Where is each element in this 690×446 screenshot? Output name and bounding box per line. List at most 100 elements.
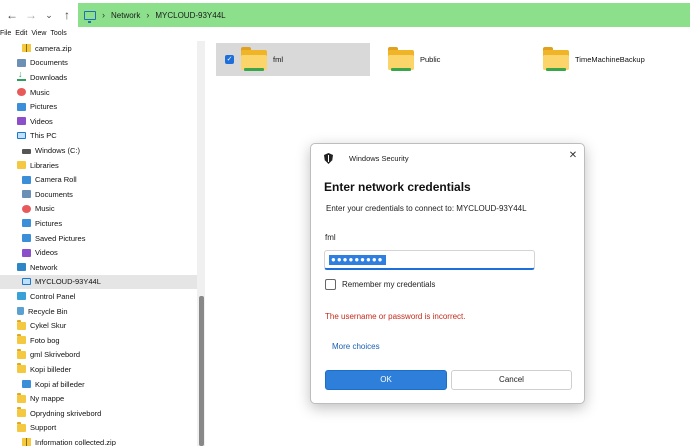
sidebar-item-pictures[interactable]: Pictures bbox=[0, 99, 197, 114]
folder-icon bbox=[17, 363, 26, 374]
selected-checkbox[interactable]: ✓ bbox=[225, 55, 234, 64]
documents-icon bbox=[22, 190, 31, 199]
sidebar-item-ny-mappe[interactable]: Ny mappe bbox=[0, 391, 197, 406]
zip-icon bbox=[22, 438, 31, 446]
network-pc-icon bbox=[84, 10, 96, 23]
navigation-pane: camera.zip Documents Downloads Music Pic… bbox=[0, 41, 205, 446]
sidebar-item-kopi-billeder[interactable]: Kopi billeder bbox=[0, 362, 197, 377]
menu-tools[interactable]: Tools bbox=[50, 30, 66, 41]
sidebar-item-camera-zip[interactable]: camera.zip bbox=[0, 41, 197, 56]
pictures-icon bbox=[22, 380, 31, 389]
chevron-right-icon[interactable]: › bbox=[146, 10, 149, 20]
breadcrumb-mycloud[interactable]: MYCLOUD-93Y44L bbox=[155, 11, 225, 20]
username-label: fml bbox=[325, 233, 336, 242]
recycle-bin-icon bbox=[17, 307, 24, 316]
sidebar-item-gml-skrivebord[interactable]: gml Skrivebord bbox=[0, 348, 197, 363]
sidebar-item-this-pc[interactable]: This PC bbox=[0, 129, 197, 144]
libraries-icon bbox=[17, 161, 26, 170]
pictures-icon bbox=[17, 102, 26, 111]
ok-button[interactable]: OK bbox=[325, 370, 447, 390]
sidebar-item-cykel-skur[interactable]: Cykel Skur bbox=[0, 318, 197, 333]
pictures-icon bbox=[22, 219, 31, 228]
password-value: ●●●●●●●●● bbox=[329, 255, 386, 265]
cancel-button[interactable]: Cancel bbox=[451, 370, 572, 390]
sidebar-item-mycloud[interactable]: MYCLOUD-93Y44L bbox=[0, 274, 197, 290]
sidebar-item-oprydning[interactable]: Oprydning skrivebord bbox=[0, 406, 197, 421]
folder-icon bbox=[17, 392, 26, 403]
sidebar-item-documents[interactable]: Documents bbox=[0, 56, 197, 71]
folder-icon bbox=[17, 334, 26, 345]
sidebar-item-foto-bog[interactable]: Foto bog bbox=[0, 333, 197, 348]
forward-arrow-icon[interactable]: → bbox=[24, 7, 38, 23]
folder-icon bbox=[17, 407, 26, 418]
pc-icon bbox=[22, 278, 31, 286]
sidebar-item-music[interactable]: Music bbox=[0, 85, 197, 100]
drive-icon bbox=[22, 149, 31, 155]
music-icon bbox=[22, 204, 31, 213]
title-bar: ← → ⌄ ↑ › Network › MYCLOUD-93Y44L bbox=[0, 0, 690, 30]
sidebar-item-libraries[interactable]: Libraries bbox=[0, 158, 197, 173]
menu-edit[interactable]: Edit bbox=[15, 30, 27, 41]
shared-folder-icon bbox=[543, 46, 569, 71]
documents-icon bbox=[17, 58, 26, 67]
folder-fml[interactable]: ✓ fml bbox=[216, 43, 370, 76]
music-icon bbox=[17, 88, 26, 97]
folder-icon bbox=[17, 348, 26, 359]
dialog-subtitle: Enter your credentials to connect to: MY… bbox=[326, 204, 527, 213]
error-message: The username or password is incorrect. bbox=[325, 312, 466, 321]
back-arrow-icon[interactable]: ← bbox=[5, 7, 19, 23]
sidebar-item-network[interactable]: Network bbox=[0, 260, 197, 275]
folder-label: fml bbox=[273, 55, 283, 64]
dialog-heading: Enter network credentials bbox=[324, 180, 471, 194]
up-arrow-icon[interactable]: ↑ bbox=[60, 7, 74, 23]
pc-icon bbox=[17, 132, 26, 140]
breadcrumb-network[interactable]: Network bbox=[111, 11, 140, 20]
shared-folder-icon bbox=[388, 46, 414, 71]
chevron-down-icon[interactable]: ⌄ bbox=[42, 7, 56, 23]
sidebar-item-camera-roll[interactable]: Camera Roll bbox=[0, 172, 197, 187]
folder-timemachinebackup[interactable]: TimeMachineBackup bbox=[543, 43, 683, 76]
remember-credentials[interactable]: Remember my credentials bbox=[325, 279, 435, 290]
sidebar-scrollbar-thumb[interactable] bbox=[199, 296, 204, 446]
sidebar-item-lib-music[interactable]: Music bbox=[0, 202, 197, 217]
videos-icon bbox=[17, 117, 26, 126]
pictures-icon bbox=[22, 175, 31, 184]
sidebar-item-windows-c[interactable]: Windows (C:) bbox=[0, 143, 197, 158]
sidebar-item-kopi-af-billeder[interactable]: Kopi af billeder bbox=[0, 377, 197, 392]
control-panel-icon bbox=[17, 292, 26, 301]
network-icon bbox=[17, 263, 26, 272]
sidebar-item-lib-videos[interactable]: Videos bbox=[0, 245, 197, 260]
sidebar-item-saved-pictures[interactable]: Saved Pictures bbox=[0, 231, 197, 246]
shield-icon bbox=[324, 153, 333, 164]
sidebar-item-control-panel[interactable]: Control Panel bbox=[0, 289, 197, 304]
remember-label: Remember my credentials bbox=[342, 280, 436, 289]
folder-public[interactable]: Public bbox=[388, 43, 518, 76]
sidebar-item-recycle-bin[interactable]: Recycle Bin bbox=[0, 304, 197, 319]
folder-icon bbox=[17, 421, 26, 432]
pictures-icon bbox=[22, 234, 31, 243]
chevron-right-icon[interactable]: › bbox=[102, 10, 105, 20]
more-choices-link[interactable]: More choices bbox=[332, 342, 380, 351]
folder-label: TimeMachineBackup bbox=[575, 55, 645, 64]
shared-folder-icon bbox=[241, 46, 267, 71]
folder-icon bbox=[17, 319, 26, 330]
zip-icon bbox=[22, 44, 31, 53]
videos-icon bbox=[22, 248, 31, 257]
sidebar-item-downloads[interactable]: Downloads bbox=[0, 69, 197, 85]
menu-file[interactable]: File bbox=[0, 30, 11, 41]
menu-bar: File Edit View Tools bbox=[0, 30, 67, 41]
sidebar-item-videos[interactable]: Videos bbox=[0, 114, 197, 129]
password-field[interactable]: ●●●●●●●●● bbox=[324, 250, 535, 270]
windows-security-dialog: Windows Security ✕ Enter network credent… bbox=[310, 143, 585, 404]
sidebar-item-information-zip[interactable]: Information collected.zip bbox=[0, 435, 197, 446]
address-bar[interactable]: › Network › MYCLOUD-93Y44L bbox=[78, 3, 690, 27]
dialog-title: Windows Security bbox=[349, 154, 409, 163]
sidebar-item-lib-pictures[interactable]: Pictures bbox=[0, 216, 197, 231]
sidebar-item-lib-documents[interactable]: Documents bbox=[0, 187, 197, 202]
remember-checkbox[interactable] bbox=[325, 279, 336, 290]
close-icon[interactable]: ✕ bbox=[566, 149, 580, 163]
menu-view[interactable]: View bbox=[31, 30, 46, 41]
downloads-icon bbox=[17, 69, 26, 82]
sidebar-item-support[interactable]: Support bbox=[0, 421, 197, 436]
folder-label: Public bbox=[420, 55, 441, 64]
